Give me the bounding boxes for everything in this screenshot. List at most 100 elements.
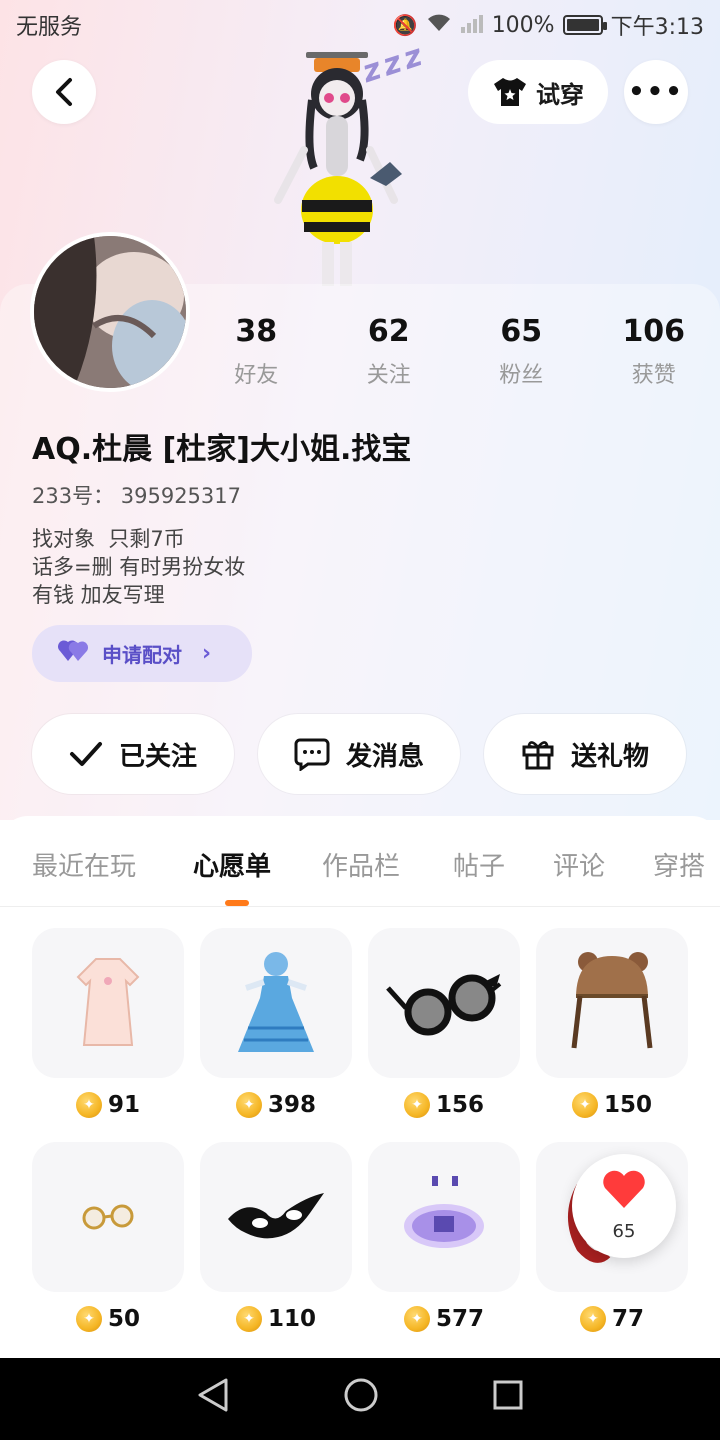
coin-icon: ✦ (75, 1092, 102, 1118)
coin-icon: ✦ (235, 1092, 262, 1118)
tab-outfits[interactable]: 穿搭 (653, 846, 705, 883)
pink-dress-icon (76, 958, 140, 1046)
profile-photo-image (34, 236, 186, 388)
stat-fans[interactable]: 65 粉丝 (455, 314, 588, 389)
back-button[interactable] (32, 60, 96, 124)
item-thumbnail (368, 928, 520, 1078)
bio-line: 找对象 只剩7币 (32, 527, 185, 551)
stat-friends[interactable]: 38 好友 (190, 314, 323, 389)
more-options-button[interactable]: ••• (624, 60, 688, 124)
item-thumbnail (32, 1142, 184, 1292)
coin-icon: ✦ (75, 1306, 102, 1332)
send-gift-label: 送礼物 (570, 741, 649, 772)
avatar-3d-figure (274, 52, 402, 286)
nav-back-icon[interactable] (196, 1377, 230, 1422)
tab-wishlist[interactable]: 心愿单 (193, 846, 271, 883)
apply-match-label: 申请配对 (102, 643, 182, 667)
signal-icon (460, 13, 484, 38)
price-value: 77 (611, 1306, 644, 1332)
item-price: ✦ 156 (368, 1092, 520, 1118)
more-dots-icon: ••• (628, 77, 684, 107)
nav-home-icon[interactable] (343, 1377, 379, 1422)
stat-value: 106 (622, 314, 686, 349)
system-nav-bar (0, 1358, 720, 1440)
wishlist-item[interactable]: ✦ 398 (200, 928, 352, 1118)
tshirt-icon (494, 78, 526, 106)
tab-works[interactable]: 作品栏 (322, 846, 400, 883)
wishlist-item[interactable]: ✦ 150 (536, 928, 688, 1118)
try-on-label: 试穿 (536, 80, 584, 109)
stat-label: 关注 (366, 363, 411, 388)
price-value: 398 (267, 1092, 316, 1118)
stat-value: 62 (367, 314, 410, 349)
gift-icon (522, 741, 554, 770)
tab-comments[interactable]: 评论 (553, 846, 605, 883)
profile-actions: 已关注 发消息 送礼物 (32, 714, 688, 794)
nav-recents-icon[interactable] (492, 1379, 524, 1420)
profile-bio: 找对象 只剩7币 话多=删 有时男扮女妆 有钱 加友写理 (32, 525, 245, 609)
coin-icon: ✦ (403, 1092, 430, 1118)
item-price: ✦ 77 (536, 1306, 688, 1332)
gold-glasses-icon (82, 1204, 134, 1230)
price-value: 50 (107, 1306, 140, 1332)
item-thumbnail (200, 928, 352, 1078)
coin-icon: ✦ (235, 1306, 262, 1332)
bear-hat-icon (571, 952, 653, 1049)
item-thumbnail (368, 1142, 520, 1292)
bio-line: 有钱 加友写理 (32, 583, 165, 607)
profile-tabs: 最近在玩 心愿单 作品栏 帖子 评论 穿搭 (0, 816, 720, 908)
item-price: ✦ 398 (200, 1092, 352, 1118)
stat-label: 粉丝 (499, 363, 544, 388)
apply-match-button[interactable]: 申请配对 › (32, 625, 252, 682)
wifi-icon (426, 13, 452, 38)
cat-glasses-icon (386, 974, 502, 1036)
stat-following[interactable]: 62 关注 (323, 314, 456, 389)
check-icon (69, 742, 102, 766)
stat-likes[interactable]: 106 获赞 (588, 314, 720, 389)
status-bar: 无服务 🔕 100% 下午3:13 (0, 0, 720, 50)
chevron-right-icon: › (202, 641, 212, 666)
chevron-left-icon (56, 78, 72, 106)
try-on-button[interactable]: 试穿 (468, 60, 608, 124)
price-value: 156 (435, 1092, 484, 1118)
send-gift-button[interactable]: 送礼物 (484, 714, 686, 794)
price-value: 110 (267, 1306, 316, 1332)
item-price: ✦ 577 (368, 1306, 520, 1332)
battery-percent: 100% (491, 12, 555, 38)
stat-label: 获赞 (631, 363, 676, 388)
send-message-label: 发消息 (345, 741, 424, 772)
following-button[interactable]: 已关注 (32, 714, 234, 794)
coin-icon: ✦ (403, 1306, 430, 1332)
double-heart-icon (57, 637, 90, 670)
send-message-button[interactable]: 发消息 (258, 714, 460, 794)
wishlist-item[interactable]: ✦ 91 (32, 928, 184, 1118)
mute-icon: 🔕 (392, 13, 418, 37)
tab-posts[interactable]: 帖子 (453, 846, 505, 883)
item-thumbnail (536, 928, 688, 1078)
bio-line: 话多=删 有时男扮女妆 (32, 555, 246, 579)
stat-value: 38 (235, 314, 278, 349)
price-value: 150 (603, 1092, 652, 1118)
wishlist-item[interactable]: ✦ 110 (200, 1142, 352, 1332)
item-price: ✦ 50 (32, 1306, 184, 1332)
tab-recent-played[interactable]: 最近在玩 (32, 846, 136, 883)
wishlist-item[interactable]: ✦ 577 (368, 1142, 520, 1332)
black-mask-icon (228, 1193, 324, 1239)
tabs-divider (0, 906, 720, 907)
like-floating-button[interactable]: 65 (572, 1154, 676, 1258)
stat-label: 好友 (234, 363, 279, 388)
status-icons: 🔕 100% 下午3:13 (393, 9, 704, 41)
price-value: 577 (435, 1306, 484, 1332)
wishlist-item[interactable]: ✦ 156 (368, 928, 520, 1118)
coin-icon: ✦ (579, 1306, 606, 1332)
coin-icon: ✦ (571, 1092, 598, 1118)
wishlist-item[interactable]: ✦ 50 (32, 1142, 184, 1332)
profile-avatar[interactable] (30, 232, 190, 392)
profile-username: AQ.杜晨 [杜家]大小姐.找宝 (32, 432, 412, 467)
item-thumbnail (200, 1142, 352, 1292)
heart-icon (601, 1170, 647, 1217)
item-thumbnail (32, 928, 184, 1078)
chat-bubble-icon (294, 738, 330, 771)
item-price: ✦ 91 (32, 1092, 184, 1118)
like-count: 65 (612, 1221, 636, 1242)
